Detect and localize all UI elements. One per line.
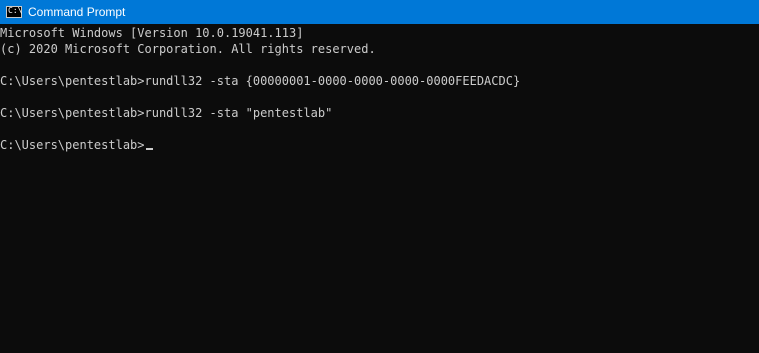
window-title: Command Prompt [28, 5, 126, 19]
console-output[interactable]: Microsoft Windows [Version 10.0.19041.11… [0, 25, 759, 353]
console-line-version: Microsoft Windows [Version 10.0.19041.11… [0, 26, 304, 40]
console-line-command-1: C:\Users\pentestlab>rundll32 -sta {00000… [0, 74, 521, 88]
console-line-command-2: C:\Users\pentestlab>rundll32 -sta "pente… [0, 106, 333, 120]
text-cursor [145, 148, 153, 150]
console-line-copyright: (c) 2020 Microsoft Corporation. All righ… [0, 42, 376, 56]
command-prompt-window: C:\ Command Prompt Microsoft Windows [Ve… [0, 0, 759, 353]
console-icon-glyph: C:\ [8, 6, 23, 15]
console-prompt-line[interactable]: C:\Users\pentestlab> [0, 137, 759, 153]
title-bar[interactable]: C:\ Command Prompt [0, 0, 759, 24]
console-icon: C:\ [6, 6, 22, 18]
console-prompt: C:\Users\pentestlab> [0, 138, 145, 152]
